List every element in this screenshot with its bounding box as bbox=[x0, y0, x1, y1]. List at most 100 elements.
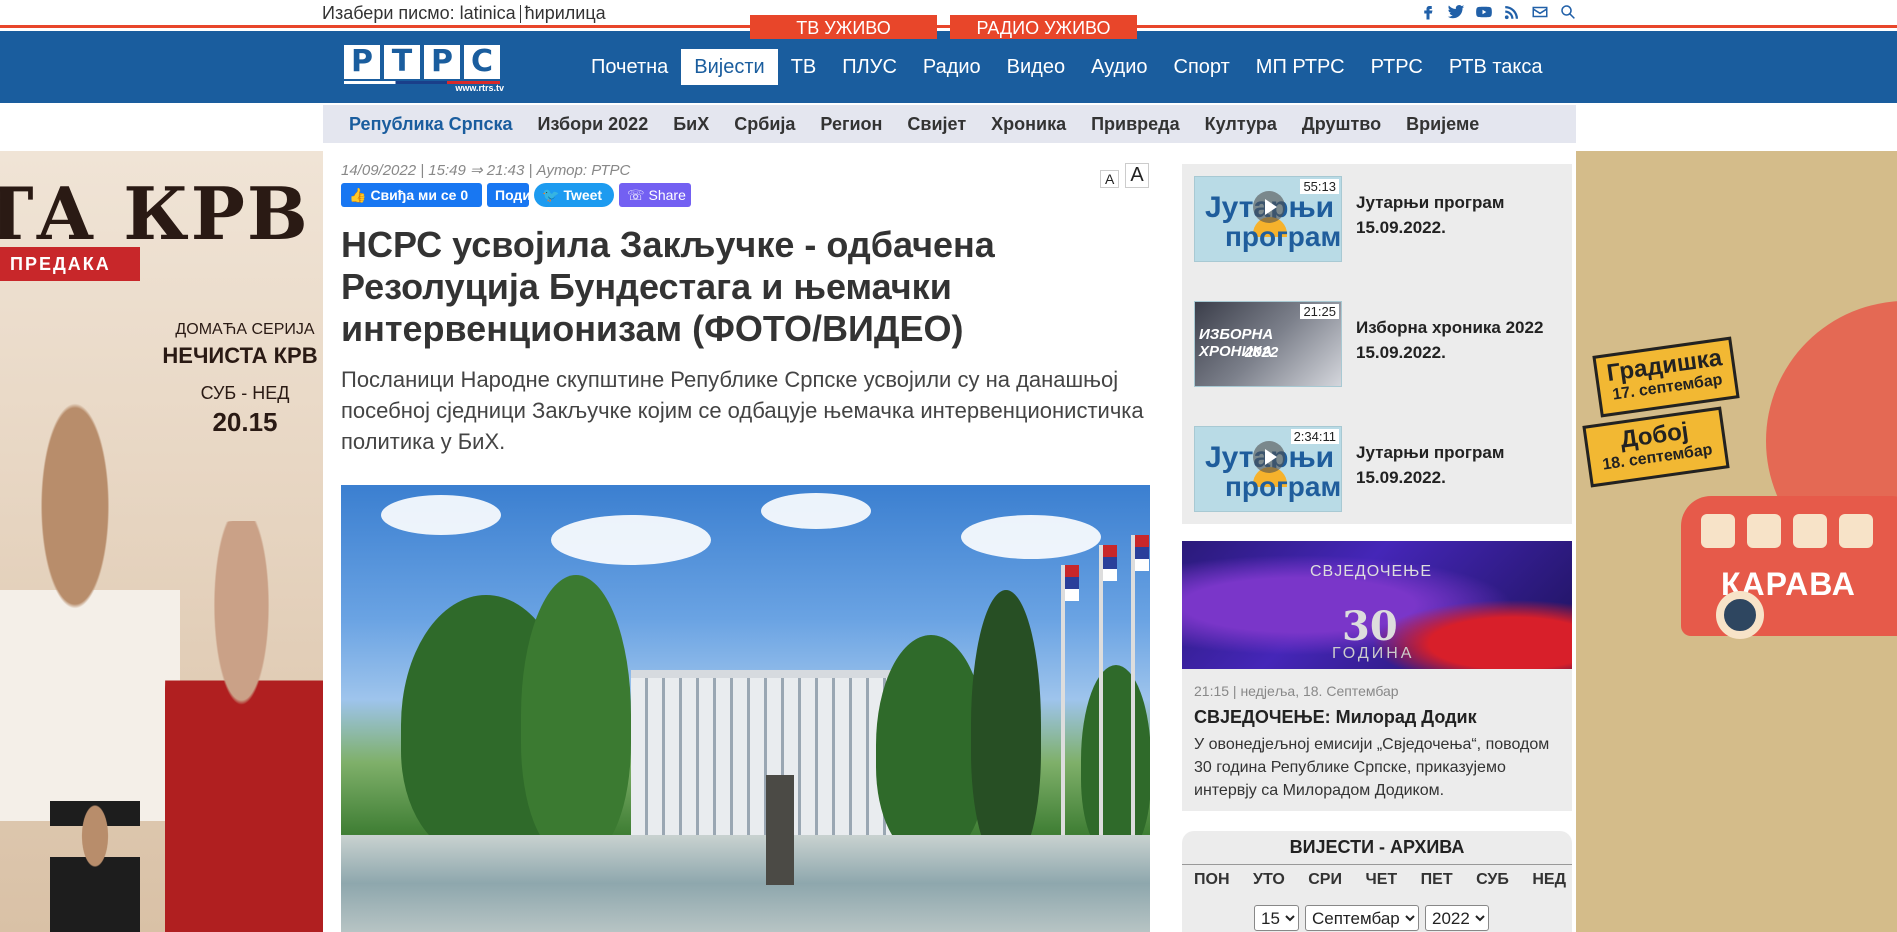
promo-image-number: 30 bbox=[1342, 603, 1398, 650]
photo-tree bbox=[971, 590, 1041, 860]
ad-series-label: ДОМАЋА СЕРИЈА bbox=[175, 321, 315, 338]
ad-time: 20.15 bbox=[212, 407, 278, 437]
play-icon[interactable] bbox=[1253, 441, 1285, 473]
logo-letter: С bbox=[464, 45, 500, 79]
main-nav-item[interactable]: Аудио bbox=[1078, 49, 1160, 85]
logo-letters: Р Т Р С bbox=[344, 45, 504, 79]
sub-nav-item[interactable]: Вријеме bbox=[1406, 114, 1479, 135]
main-nav-item[interactable]: ТВ bbox=[778, 49, 830, 85]
main-nav-item[interactable]: Вијести bbox=[681, 49, 778, 85]
article-photo bbox=[341, 485, 1150, 932]
facebook-icon[interactable] bbox=[1418, 2, 1438, 22]
right-ad-banner[interactable]: КАРАВА Градишка 17. септембар Добој 18. … bbox=[1576, 151, 1897, 932]
video-item[interactable]: Јутарњи програм 55:13 Јутарњи програм 15… bbox=[1194, 176, 1564, 264]
weekday-label: НЕД bbox=[1532, 871, 1566, 888]
promo-title[interactable]: СВЈЕДОЧЕЊЕ: Милорад Додик bbox=[1194, 707, 1477, 728]
year-select[interactable]: 2022 bbox=[1425, 905, 1489, 931]
bus-window bbox=[1747, 514, 1781, 548]
weekday-label: ПЕТ bbox=[1420, 871, 1453, 888]
video-title[interactable]: Јутарњи програм 15.09.2022. bbox=[1356, 190, 1556, 240]
live-tv-button[interactable]: ТВ УЖИВО bbox=[750, 15, 937, 39]
left-ad-banner[interactable]: ТА КРВ ПРЕДАКА ДОМАЋА СЕРИЈА НЕЧИСТА КРВ… bbox=[0, 151, 323, 932]
sub-nav: Република Српска Избори 2022 БиХ Србија Реги… bbox=[323, 105, 1576, 143]
ad-priest-image bbox=[50, 801, 140, 932]
main-nav-item[interactable]: Радио bbox=[910, 49, 994, 85]
twitter-icon[interactable] bbox=[1446, 2, 1466, 22]
promo-card[interactable]: СВЈЕДОЧЕЊЕ 30 ГОДИНА 21:15 | недјеља, 18… bbox=[1182, 541, 1572, 811]
flag-pole bbox=[1099, 545, 1103, 865]
promo-meta: 21:15 | недјеља, 18. Септембар bbox=[1194, 683, 1399, 699]
rss-icon[interactable] bbox=[1502, 2, 1522, 22]
promo-image-title: СВЈЕДОЧЕЊЕ bbox=[1310, 563, 1432, 580]
font-larger-button[interactable]: A bbox=[1125, 163, 1149, 188]
month-select[interactable]: Септембар bbox=[1305, 905, 1419, 931]
thumbs-up-icon: 👍 bbox=[349, 187, 367, 203]
share-buttons: 👍 Свиђа ми се 0 Подијели 🐦 Tweet ☏ Share bbox=[341, 183, 691, 207]
logo-letter: Р bbox=[424, 45, 460, 79]
video-thumbnail[interactable]: ИЗБОРНА ХРОНИКА 2022 21:25 bbox=[1194, 301, 1342, 387]
news-archive: ВИЈЕСТИ - АРХИВА ПОН УТО СРИ ЧЕТ ПЕТ СУБ НЕД 1… bbox=[1182, 831, 1572, 932]
bus-window bbox=[1793, 514, 1827, 548]
font-smaller-button[interactable]: A bbox=[1100, 170, 1120, 188]
thumb-text-bottom: програм bbox=[1225, 471, 1342, 502]
main-nav-item[interactable]: Почетна bbox=[578, 49, 681, 85]
main-nav-item[interactable]: Видео bbox=[994, 49, 1078, 85]
photo-tree bbox=[521, 575, 631, 855]
day-select[interactable]: 15 bbox=[1254, 905, 1299, 931]
rtrs-logo[interactable]: Р Т Р С www.rtrs.tv bbox=[344, 45, 504, 93]
facebook-like-button[interactable]: 👍 Свиђа ми се 0 bbox=[341, 183, 482, 207]
video-item[interactable]: ИЗБОРНА ХРОНИКА 2022 21:25 Изборна хрони… bbox=[1194, 301, 1564, 389]
youtube-icon[interactable] bbox=[1474, 2, 1494, 22]
facebook-share-button[interactable]: Подијели bbox=[487, 183, 529, 207]
sub-nav-item[interactable]: Хроника bbox=[991, 114, 1066, 135]
latin-script-link[interactable]: latinica bbox=[460, 3, 516, 23]
sub-nav-item[interactable]: БиХ bbox=[673, 114, 709, 135]
ad-bus: КАРАВА bbox=[1681, 496, 1897, 636]
flag-pole bbox=[1131, 535, 1135, 865]
promo-text: У овонедјељној емисији „Свједочења“, пов… bbox=[1194, 736, 1550, 799]
viber-label: Share bbox=[648, 187, 686, 203]
weekday-header: ПОН УТО СРИ ЧЕТ ПЕТ СУБ НЕД bbox=[1194, 871, 1566, 889]
sub-nav-item[interactable]: Свијет bbox=[907, 114, 966, 135]
video-title[interactable]: Изборна хроника 2022 15.09.2022. bbox=[1356, 315, 1556, 365]
photo-statue bbox=[766, 775, 794, 885]
video-thumbnail[interactable]: Јутарњи програм 55:13 bbox=[1194, 176, 1342, 262]
cyrillic-script-link[interactable]: ћирилица bbox=[525, 3, 606, 23]
viber-share-button[interactable]: ☏ Share bbox=[619, 183, 691, 207]
main-nav-item[interactable]: РТВ такса bbox=[1436, 49, 1556, 85]
article-headline: НСРС усвојила Закључке - одбачена Резолу… bbox=[341, 224, 995, 349]
sub-nav-item[interactable]: Србија bbox=[734, 114, 795, 135]
sub-nav-item[interactable]: Избори 2022 bbox=[538, 114, 649, 135]
video-sidebar: Јутарњи програм 55:13 Јутарњи програм 15… bbox=[1182, 164, 1572, 524]
bus-window bbox=[1701, 514, 1735, 548]
video-duration: 2:34:11 bbox=[1290, 429, 1339, 444]
video-item[interactable]: Јутарњи програм 2:34:11 Јутарњи програм … bbox=[1194, 426, 1564, 514]
sub-nav-item[interactable]: Култура bbox=[1205, 114, 1277, 135]
main-nav-item[interactable]: МП РТРС bbox=[1243, 49, 1358, 85]
photo-cloud bbox=[961, 515, 1101, 559]
tweet-button[interactable]: 🐦 Tweet bbox=[534, 183, 614, 207]
sub-nav-item[interactable]: Република Српска bbox=[349, 114, 513, 135]
sub-nav-item[interactable]: Привреда bbox=[1091, 114, 1180, 135]
main-nav-item[interactable]: ПЛУС bbox=[829, 49, 910, 85]
logo-letter: Р bbox=[344, 45, 380, 79]
video-thumbnail[interactable]: Јутарњи програм 2:34:11 bbox=[1194, 426, 1342, 512]
promo-image[interactable]: СВЈЕДОЧЕЊЕ 30 ГОДИНА bbox=[1182, 541, 1572, 669]
logo-url: www.rtrs.tv bbox=[455, 83, 504, 93]
flag bbox=[1135, 535, 1149, 571]
promo-image-subtitle: ГОДИНА bbox=[1332, 645, 1415, 662]
mail-icon[interactable] bbox=[1530, 2, 1550, 22]
sub-nav-item[interactable]: Друштво bbox=[1302, 114, 1381, 135]
main-nav-item[interactable]: Спорт bbox=[1161, 49, 1243, 85]
archive-divider bbox=[1182, 864, 1572, 865]
twitter-icon: 🐦 bbox=[542, 187, 560, 203]
play-icon[interactable] bbox=[1253, 191, 1285, 223]
search-icon[interactable] bbox=[1558, 2, 1578, 22]
article-lead: Посланици Народне скупштине Републике Ср… bbox=[341, 367, 1144, 454]
sub-nav-item[interactable]: Регион bbox=[820, 114, 882, 135]
video-title[interactable]: Јутарњи програм 15.09.2022. bbox=[1356, 440, 1556, 490]
ad-actor-image bbox=[0, 401, 180, 821]
live-radio-button[interactable]: РАДИО УЖИВО bbox=[950, 15, 1137, 39]
main-nav-item[interactable]: РТРС bbox=[1358, 49, 1436, 85]
ad-days: СУБ - НЕД bbox=[200, 383, 290, 403]
